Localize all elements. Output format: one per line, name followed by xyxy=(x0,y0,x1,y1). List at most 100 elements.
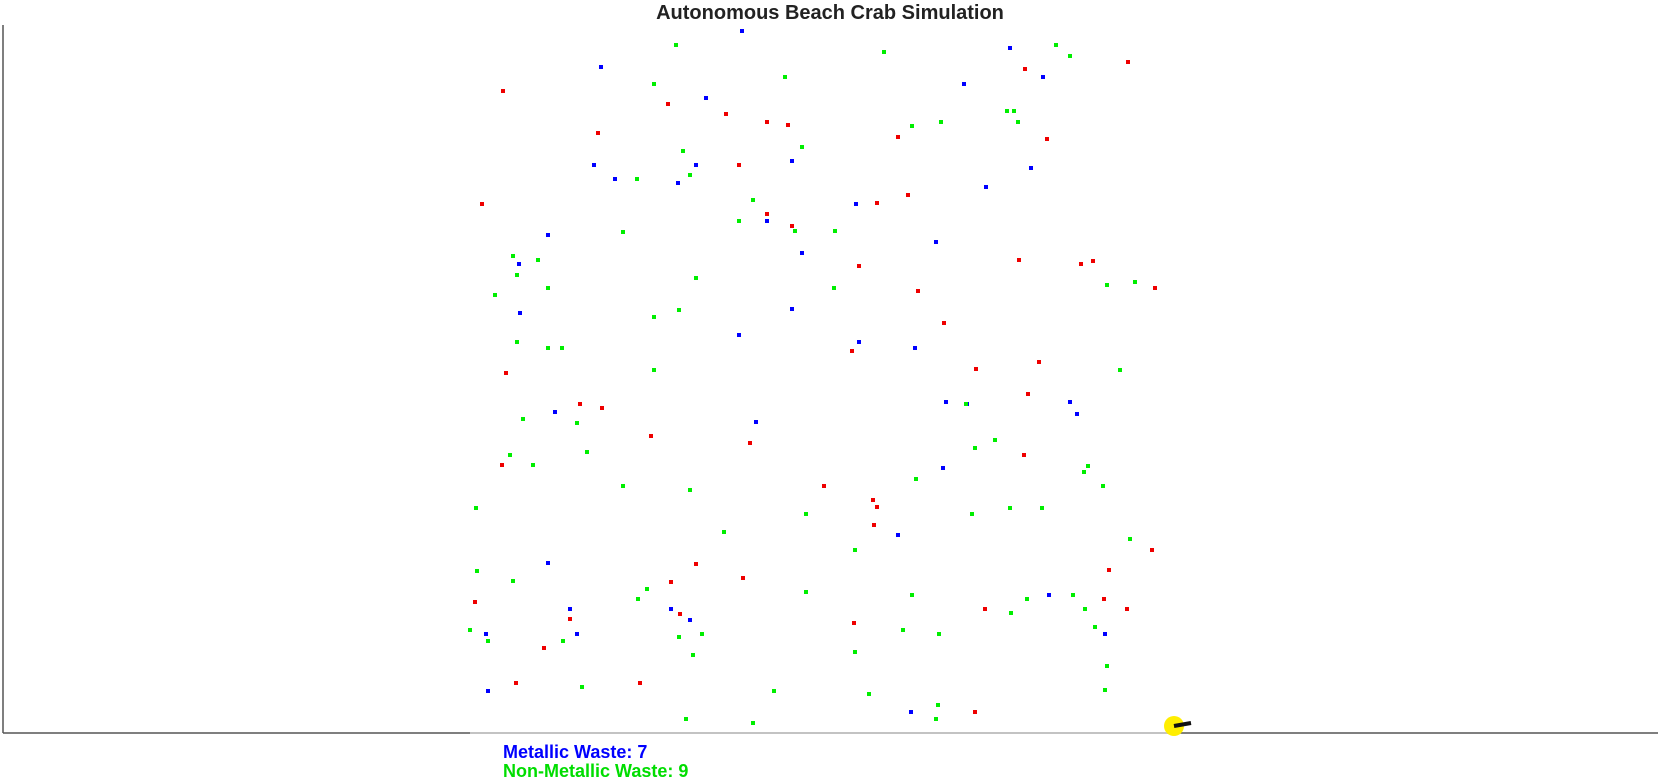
green-waste-point xyxy=(1105,664,1109,668)
green-waste-point xyxy=(1101,484,1105,488)
red-waste-point xyxy=(1079,262,1083,266)
blue-waste-point xyxy=(765,219,769,223)
red-waste-point xyxy=(871,498,875,502)
red-waste-point xyxy=(737,163,741,167)
red-waste-point xyxy=(765,120,769,124)
blue-waste-point xyxy=(740,29,744,33)
green-waste-point xyxy=(580,685,584,689)
green-waste-point xyxy=(1016,120,1020,124)
green-waste-point xyxy=(684,717,688,721)
blue-waste-point xyxy=(854,202,858,206)
chart-title: Autonomous Beach Crab Simulation xyxy=(656,2,1004,24)
blue-waste-point xyxy=(896,533,900,537)
red-waste-point xyxy=(600,406,604,410)
green-waste-point xyxy=(677,308,681,312)
green-waste-point xyxy=(515,340,519,344)
red-waste-point xyxy=(790,224,794,228)
green-waste-point xyxy=(804,512,808,516)
green-waste-point xyxy=(468,628,472,632)
blue-waste-point xyxy=(669,607,673,611)
blue-waste-point xyxy=(1103,632,1107,636)
green-waste-point xyxy=(1118,368,1122,372)
green-waste-point xyxy=(973,446,977,450)
red-waste-point xyxy=(1017,258,1021,262)
blue-waste-point xyxy=(909,710,913,714)
green-waste-point xyxy=(1009,611,1013,615)
red-waste-point xyxy=(786,123,790,127)
red-waste-point xyxy=(694,562,698,566)
red-waste-point xyxy=(1153,286,1157,290)
green-waste-point xyxy=(1054,43,1058,47)
red-waste-point xyxy=(1045,137,1049,141)
green-waste-point xyxy=(914,477,918,481)
red-waste-point xyxy=(596,131,600,135)
green-waste-point xyxy=(700,632,704,636)
blue-waste-point xyxy=(1029,166,1033,170)
red-waste-point xyxy=(875,201,879,205)
red-waste-point xyxy=(724,112,728,116)
green-waste-point xyxy=(694,276,698,280)
green-waste-point xyxy=(635,177,639,181)
red-waste-point xyxy=(638,681,642,685)
green-waste-point xyxy=(486,639,490,643)
blue-waste-point xyxy=(941,466,945,470)
green-waste-point xyxy=(867,692,871,696)
red-waste-point xyxy=(500,463,504,467)
green-waste-point xyxy=(910,593,914,597)
red-waste-point xyxy=(501,89,505,93)
green-waste-point xyxy=(772,689,776,693)
green-waste-point xyxy=(531,463,535,467)
red-waste-point xyxy=(669,580,673,584)
green-waste-point xyxy=(575,421,579,425)
blue-waste-point xyxy=(984,185,988,189)
green-waste-point xyxy=(652,315,656,319)
blue-waste-point xyxy=(1075,412,1079,416)
red-waste-point xyxy=(542,646,546,650)
green-waste-point xyxy=(546,346,550,350)
green-waste-point xyxy=(1093,625,1097,629)
green-waste-point xyxy=(937,632,941,636)
green-waste-point xyxy=(853,650,857,654)
green-waste-point xyxy=(751,721,755,725)
green-waste-point xyxy=(964,402,968,406)
blue-waste-point xyxy=(599,65,603,69)
green-waste-point xyxy=(688,488,692,492)
green-waste-point xyxy=(936,703,940,707)
green-waste-point xyxy=(1012,109,1016,113)
blue-waste-point xyxy=(857,340,861,344)
green-waste-point xyxy=(1105,283,1109,287)
blue-waste-point xyxy=(962,82,966,86)
blue-waste-point xyxy=(568,607,572,611)
blue-waste-point xyxy=(486,689,490,693)
green-waste-point xyxy=(882,50,886,54)
blue-waste-point xyxy=(1041,75,1045,79)
blue-waste-point xyxy=(553,410,557,414)
green-waste-point xyxy=(681,149,685,153)
green-waste-point xyxy=(652,82,656,86)
blue-waste-point xyxy=(694,163,698,167)
blue-waste-point xyxy=(518,311,522,315)
red-waste-point xyxy=(872,523,876,527)
red-waste-point xyxy=(875,505,879,509)
blue-waste-point xyxy=(484,632,488,636)
red-waste-point xyxy=(822,484,826,488)
blue-waste-point xyxy=(517,262,521,266)
red-waste-point xyxy=(850,349,854,353)
red-waste-point xyxy=(678,612,682,616)
blue-waste-point xyxy=(913,346,917,350)
red-waste-point xyxy=(1107,568,1111,572)
green-waste-point xyxy=(1040,506,1044,510)
red-waste-point xyxy=(666,102,670,106)
green-waste-point xyxy=(970,512,974,516)
green-waste-point xyxy=(793,229,797,233)
red-waste-point xyxy=(974,367,978,371)
blue-waste-point xyxy=(546,233,550,237)
green-waste-point xyxy=(1005,109,1009,113)
red-waste-point xyxy=(896,135,900,139)
red-waste-point xyxy=(1150,548,1154,552)
green-waste-point xyxy=(1082,470,1086,474)
red-waste-point xyxy=(906,193,910,197)
green-waste-point xyxy=(934,717,938,721)
blue-waste-point xyxy=(790,159,794,163)
red-waste-point xyxy=(504,371,508,375)
